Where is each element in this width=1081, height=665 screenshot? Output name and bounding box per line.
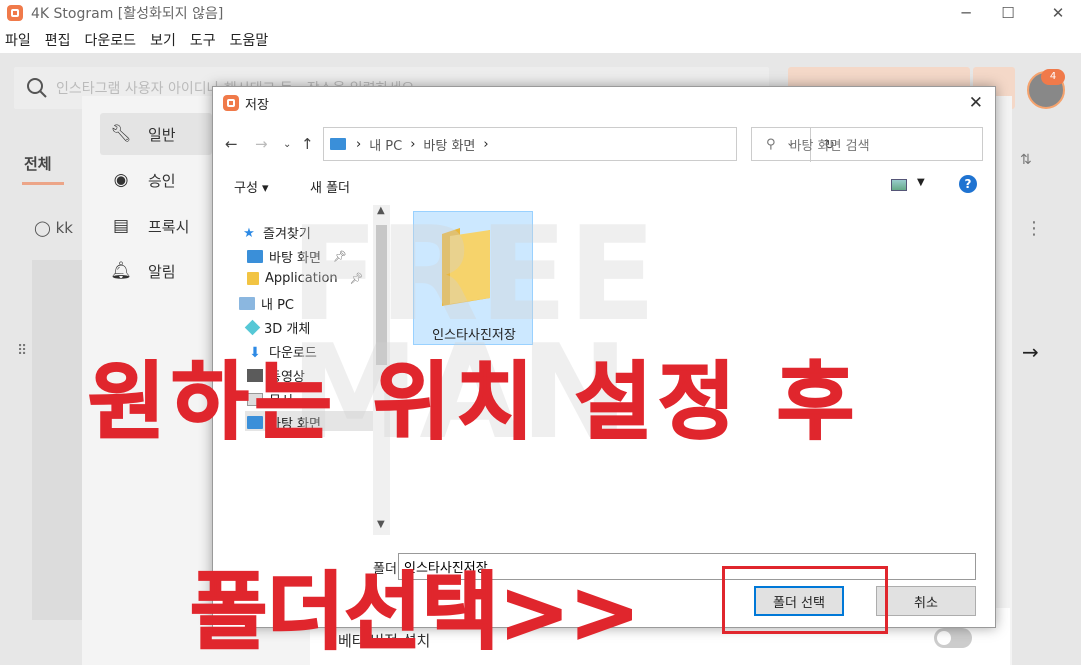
pin-icon: 📌︎ (349, 272, 364, 285)
tree-item-desktop-pinned[interactable]: 바탕 화면 📌︎ (247, 247, 347, 266)
annotation-highlight-box (722, 566, 888, 634)
tree-item-label: 내 PC (261, 298, 295, 313)
bell-icon: 🔔︎ (110, 261, 132, 281)
tree-item-application[interactable]: Application 📌︎ (247, 271, 364, 286)
app-logo-icon (223, 95, 239, 111)
menu-file[interactable]: 파일 (5, 30, 31, 52)
menu-help[interactable]: 도움말 (230, 30, 269, 52)
dialog-title: 저장 (245, 97, 269, 113)
breadcrumb-separator: › (483, 136, 489, 152)
scroll-down-icon[interactable]: ▼ (377, 519, 385, 530)
user-circle-icon: ◉ (113, 170, 129, 190)
minimize-button[interactable]: ─ (943, 0, 989, 26)
app-logo-icon (7, 5, 23, 21)
menu-download[interactable]: 다운로드 (85, 30, 137, 52)
tab-all[interactable]: 전체 (24, 153, 52, 174)
tree-item-label: 즐겨찾기 (263, 227, 311, 242)
search-icon (27, 78, 47, 98)
settings-item-label: 프록시 (148, 217, 190, 236)
tree-item-this-pc[interactable]: 내 PC (239, 294, 294, 313)
annotation-instruction: 원하는 위치 설정 후 (87, 352, 860, 452)
wrench-icon: 🔧︎ (110, 124, 132, 144)
help-icon[interactable]: ? (959, 175, 977, 193)
menu-bar: 파일 편집 다운로드 보기 도구 도움말 (0, 30, 277, 52)
breadcrumb-separator: › (410, 136, 416, 152)
forward-arrow-icon[interactable]: → (255, 135, 268, 153)
tree-item-favorites[interactable]: ★ 즐겨찾기 (241, 223, 311, 242)
desktop-icon (247, 250, 263, 263)
pc-icon (239, 297, 255, 310)
settings-item-label: 승인 (148, 171, 176, 190)
tree-item-label: 바탕 화면 (269, 251, 321, 266)
annotation-select-folder: 폴더선택>> (189, 562, 641, 662)
chevron-down-icon[interactable]: ▼ (917, 177, 925, 188)
user-icon: ◯ (34, 219, 56, 237)
address-bar[interactable]: › 내 PC › 바탕 화면 › ⌄ ↻ (323, 127, 835, 162)
notification-badge: 4 (1041, 69, 1065, 85)
recent-locations-icon[interactable]: ⌄ (283, 139, 291, 150)
view-options-icon[interactable] (891, 179, 907, 191)
app-title: 4K Stogram [활성화되지 않음] (31, 6, 224, 22)
subscription-user-name: kk (55, 219, 73, 237)
menu-tools[interactable]: 도구 (190, 30, 216, 52)
command-bar: 구성 ▾ 새 폴더 ▼ ? (213, 173, 995, 199)
settings-item-auth[interactable]: ◉ 승인 (100, 159, 212, 201)
settings-item-general[interactable]: 🔧︎ 일반 (100, 113, 212, 155)
beta-install-toggle[interactable] (934, 628, 972, 648)
search-icon: ⚲ (766, 136, 776, 152)
breadcrumb-separator: › (356, 136, 362, 152)
new-folder-button[interactable]: 새 폴더 (310, 177, 350, 196)
menu-view[interactable]: 보기 (150, 30, 176, 52)
folder-search-input[interactable]: ⚲ 바탕 화면 검색 (751, 127, 983, 161)
breadcrumb-desktop[interactable]: 바탕 화면 (423, 135, 475, 154)
sort-icon[interactable]: ⇅ (1020, 152, 1032, 168)
scroll-up-icon[interactable]: ▲ (377, 205, 385, 216)
breadcrumb-pc[interactable]: 내 PC (369, 135, 402, 154)
settings-item-alerts[interactable]: 🔔︎ 알림 (100, 250, 212, 292)
pc-icon (330, 138, 346, 150)
back-arrow-icon[interactable]: ← (225, 135, 238, 153)
navigation-row: ← → ⌄ ↑ › 내 PC › 바탕 화면 › ⌄ ↻ ⚲ 바탕 화면 검색 (213, 127, 995, 163)
settings-item-label: 일반 (148, 125, 176, 144)
maximize-button[interactable]: ☐ (985, 0, 1031, 26)
settings-item-proxy[interactable]: ▤ 프록시 (100, 205, 212, 247)
drag-handle-icon[interactable]: ⠿ (17, 343, 27, 359)
cancel-button[interactable]: 취소 (876, 586, 976, 616)
folder-icon (247, 272, 259, 285)
arrow-right-icon[interactable]: → (1022, 340, 1039, 364)
server-icon: ▤ (112, 216, 130, 236)
pin-icon: 📌︎ (332, 250, 347, 263)
tab-indicator (22, 182, 64, 185)
subscription-user[interactable]: ◯ kk (34, 219, 73, 237)
folder-item[interactable]: 인스타사진저장 (413, 211, 533, 345)
close-window-button[interactable]: ✕ (1035, 0, 1081, 26)
folder-search-placeholder: 바탕 화면 검색 (789, 138, 870, 154)
3d-objects-icon (244, 319, 261, 336)
menu-edit[interactable]: 편집 (45, 30, 71, 52)
organize-button[interactable]: 구성 ▾ (234, 177, 269, 196)
tree-item-label: Application (265, 271, 338, 286)
more-options-icon[interactable]: ⋮ (1025, 218, 1043, 239)
up-arrow-icon[interactable]: ↑ (301, 135, 314, 153)
star-icon: ★ (243, 226, 255, 241)
app-titlebar: 4K Stogram [활성화되지 않음] ─ ☐ ✕ (0, 0, 1081, 26)
folder-icon (442, 228, 490, 306)
preview-card (32, 260, 82, 620)
close-icon[interactable]: ✕ (969, 93, 983, 113)
settings-item-label: 알림 (148, 262, 176, 281)
dialog-titlebar: 저장 ✕ (213, 87, 995, 119)
